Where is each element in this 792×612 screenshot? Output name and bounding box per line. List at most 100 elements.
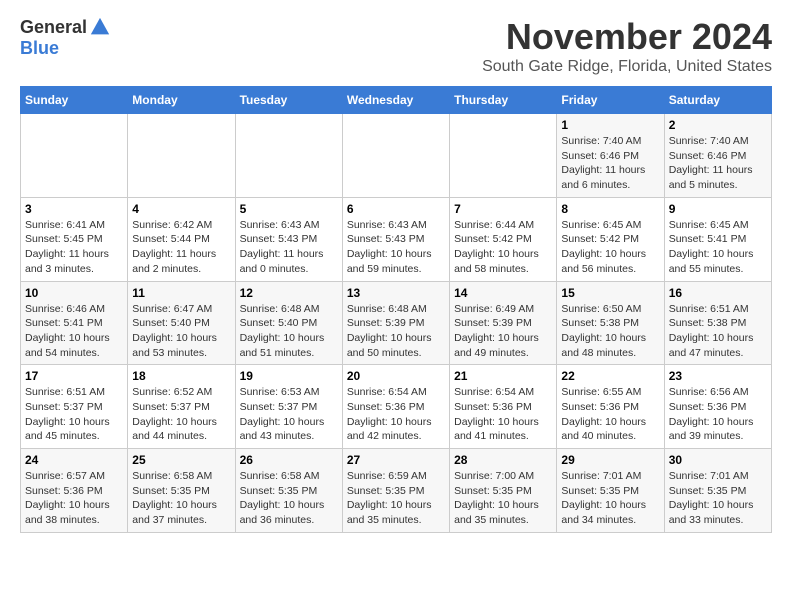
day-number: 23 <box>669 369 767 383</box>
day-info: Sunrise: 6:43 AM Sunset: 5:43 PM Dayligh… <box>240 218 338 277</box>
day-info: Sunrise: 6:58 AM Sunset: 5:35 PM Dayligh… <box>132 469 230 528</box>
day-info: Sunrise: 7:40 AM Sunset: 6:46 PM Dayligh… <box>669 134 767 193</box>
weekday-header-saturday: Saturday <box>664 87 771 114</box>
logo-general-text: General <box>20 17 87 38</box>
day-number: 6 <box>347 202 445 216</box>
day-number: 1 <box>561 118 659 132</box>
calendar-cell: 7 Sunrise: 6:44 AM Sunset: 5:42 PM Daylig… <box>450 197 557 281</box>
day-number: 19 <box>240 369 338 383</box>
day-number: 29 <box>561 453 659 467</box>
calendar-cell: 25 Sunrise: 6:58 AM Sunset: 5:35 PM Dayli… <box>128 449 235 533</box>
calendar-cell: 16Sunrise: 6:51 AM Sunset: 5:38 PM Dayli… <box>664 281 771 365</box>
day-number: 10 <box>25 286 123 300</box>
day-number: 5 <box>240 202 338 216</box>
calendar-cell: 10 Sunrise: 6:46 AM Sunset: 5:41 PM Dayli… <box>21 281 128 365</box>
day-info: Sunrise: 6:58 AM Sunset: 5:35 PM Dayligh… <box>240 469 338 528</box>
day-number: 3 <box>25 202 123 216</box>
day-info: Sunrise: 6:44 AM Sunset: 5:42 PM Dayligh… <box>454 218 552 277</box>
calendar-week-row: 3 Sunrise: 6:41 AM Sunset: 5:45 PM Daylig… <box>21 197 772 281</box>
day-number: 26 <box>240 453 338 467</box>
day-number: 12 <box>240 286 338 300</box>
day-info: Sunrise: 6:48 AM Sunset: 5:40 PM Dayligh… <box>240 302 338 361</box>
day-number: 11 <box>132 286 230 300</box>
day-info: Sunrise: 7:00 AM Sunset: 5:35 PM Dayligh… <box>454 469 552 528</box>
calendar-cell: 20 Sunrise: 6:54 AM Sunset: 5:36 PM Dayli… <box>342 365 449 449</box>
day-info: Sunrise: 6:54 AM Sunset: 5:36 PM Dayligh… <box>347 385 445 444</box>
day-info: Sunrise: 6:59 AM Sunset: 5:35 PM Dayligh… <box>347 469 445 528</box>
day-number: 14 <box>454 286 552 300</box>
day-info: Sunrise: 6:56 AM Sunset: 5:36 PM Dayligh… <box>669 385 767 444</box>
logo-icon <box>89 16 111 38</box>
day-info: Sunrise: 6:45 AM Sunset: 5:42 PM Dayligh… <box>561 218 659 277</box>
day-number: 2 <box>669 118 767 132</box>
day-number: 20 <box>347 369 445 383</box>
day-info: Sunrise: 6:43 AM Sunset: 5:43 PM Dayligh… <box>347 218 445 277</box>
day-info: Sunrise: 6:48 AM Sunset: 5:39 PM Dayligh… <box>347 302 445 361</box>
day-number: 27 <box>347 453 445 467</box>
day-number: 24 <box>25 453 123 467</box>
weekday-header-row: SundayMondayTuesdayWednesdayThursdayFrid… <box>21 87 772 114</box>
calendar-cell: 14 Sunrise: 6:49 AM Sunset: 5:39 PM Dayli… <box>450 281 557 365</box>
month-title: November 2024 <box>482 16 772 58</box>
calendar-cell: 6 Sunrise: 6:43 AM Sunset: 5:43 PM Daylig… <box>342 197 449 281</box>
calendar-header: SundayMondayTuesdayWednesdayThursdayFrid… <box>21 87 772 114</box>
day-info: Sunrise: 6:46 AM Sunset: 5:41 PM Dayligh… <box>25 302 123 361</box>
day-info: Sunrise: 6:52 AM Sunset: 5:37 PM Dayligh… <box>132 385 230 444</box>
weekday-header-wednesday: Wednesday <box>342 87 449 114</box>
day-info: Sunrise: 6:41 AM Sunset: 5:45 PM Dayligh… <box>25 218 123 277</box>
day-number: 18 <box>132 369 230 383</box>
day-info: Sunrise: 6:50 AM Sunset: 5:38 PM Dayligh… <box>561 302 659 361</box>
day-number: 4 <box>132 202 230 216</box>
calendar-cell <box>128 114 235 198</box>
day-info: Sunrise: 6:49 AM Sunset: 5:39 PM Dayligh… <box>454 302 552 361</box>
day-info: Sunrise: 7:01 AM Sunset: 5:35 PM Dayligh… <box>669 469 767 528</box>
day-info: Sunrise: 6:55 AM Sunset: 5:36 PM Dayligh… <box>561 385 659 444</box>
day-number: 9 <box>669 202 767 216</box>
day-number: 7 <box>454 202 552 216</box>
logo: General Blue <box>20 16 111 59</box>
calendar-week-row: 10 Sunrise: 6:46 AM Sunset: 5:41 PM Dayli… <box>21 281 772 365</box>
day-number: 28 <box>454 453 552 467</box>
day-info: Sunrise: 6:53 AM Sunset: 5:37 PM Dayligh… <box>240 385 338 444</box>
calendar-week-row: 24 Sunrise: 6:57 AM Sunset: 5:36 PM Dayli… <box>21 449 772 533</box>
day-number: 25 <box>132 453 230 467</box>
day-number: 16 <box>669 286 767 300</box>
day-info: Sunrise: 6:47 AM Sunset: 5:40 PM Dayligh… <box>132 302 230 361</box>
calendar-cell: 13 Sunrise: 6:48 AM Sunset: 5:39 PM Dayli… <box>342 281 449 365</box>
calendar-cell: 18 Sunrise: 6:52 AM Sunset: 5:37 PM Dayli… <box>128 365 235 449</box>
weekday-header-thursday: Thursday <box>450 87 557 114</box>
calendar-week-row: 1 Sunrise: 7:40 AM Sunset: 6:46 PM Daylig… <box>21 114 772 198</box>
calendar-cell: 26 Sunrise: 6:58 AM Sunset: 5:35 PM Dayli… <box>235 449 342 533</box>
day-info: Sunrise: 6:45 AM Sunset: 5:41 PM Dayligh… <box>669 218 767 277</box>
day-info: Sunrise: 6:57 AM Sunset: 5:36 PM Dayligh… <box>25 469 123 528</box>
calendar-cell: 15 Sunrise: 6:50 AM Sunset: 5:38 PM Dayli… <box>557 281 664 365</box>
weekday-header-tuesday: Tuesday <box>235 87 342 114</box>
weekday-header-sunday: Sunday <box>21 87 128 114</box>
calendar-cell: 9 Sunrise: 6:45 AM Sunset: 5:41 PM Daylig… <box>664 197 771 281</box>
day-info: Sunrise: 7:01 AM Sunset: 5:35 PM Dayligh… <box>561 469 659 528</box>
calendar-cell: 12 Sunrise: 6:48 AM Sunset: 5:40 PM Dayli… <box>235 281 342 365</box>
day-info: Sunrise: 7:40 AM Sunset: 6:46 PM Dayligh… <box>561 134 659 193</box>
calendar-cell: 21Sunrise: 6:54 AM Sunset: 5:36 PM Dayli… <box>450 365 557 449</box>
calendar-cell: 24 Sunrise: 6:57 AM Sunset: 5:36 PM Dayli… <box>21 449 128 533</box>
header: General Blue November 2024 South Gate Ri… <box>20 16 772 76</box>
calendar-cell: 4Sunrise: 6:42 AM Sunset: 5:44 PM Daylig… <box>128 197 235 281</box>
calendar-cell: 19 Sunrise: 6:53 AM Sunset: 5:37 PM Dayli… <box>235 365 342 449</box>
day-number: 13 <box>347 286 445 300</box>
calendar-cell <box>342 114 449 198</box>
calendar-cell <box>450 114 557 198</box>
calendar-cell: 29 Sunrise: 7:01 AM Sunset: 5:35 PM Dayli… <box>557 449 664 533</box>
calendar-table: SundayMondayTuesdayWednesdayThursdayFrid… <box>20 86 772 533</box>
calendar-cell <box>235 114 342 198</box>
calendar-cell: 28 Sunrise: 7:00 AM Sunset: 5:35 PM Dayli… <box>450 449 557 533</box>
calendar-cell: 27 Sunrise: 6:59 AM Sunset: 5:35 PM Dayli… <box>342 449 449 533</box>
calendar-cell: 30 Sunrise: 7:01 AM Sunset: 5:35 PM Dayli… <box>664 449 771 533</box>
calendar-cell: 8Sunrise: 6:45 AM Sunset: 5:42 PM Daylig… <box>557 197 664 281</box>
weekday-header-monday: Monday <box>128 87 235 114</box>
day-number: 30 <box>669 453 767 467</box>
calendar-cell <box>21 114 128 198</box>
calendar-week-row: 17Sunrise: 6:51 AM Sunset: 5:37 PM Dayli… <box>21 365 772 449</box>
day-number: 17 <box>25 369 123 383</box>
day-number: 22 <box>561 369 659 383</box>
day-number: 15 <box>561 286 659 300</box>
